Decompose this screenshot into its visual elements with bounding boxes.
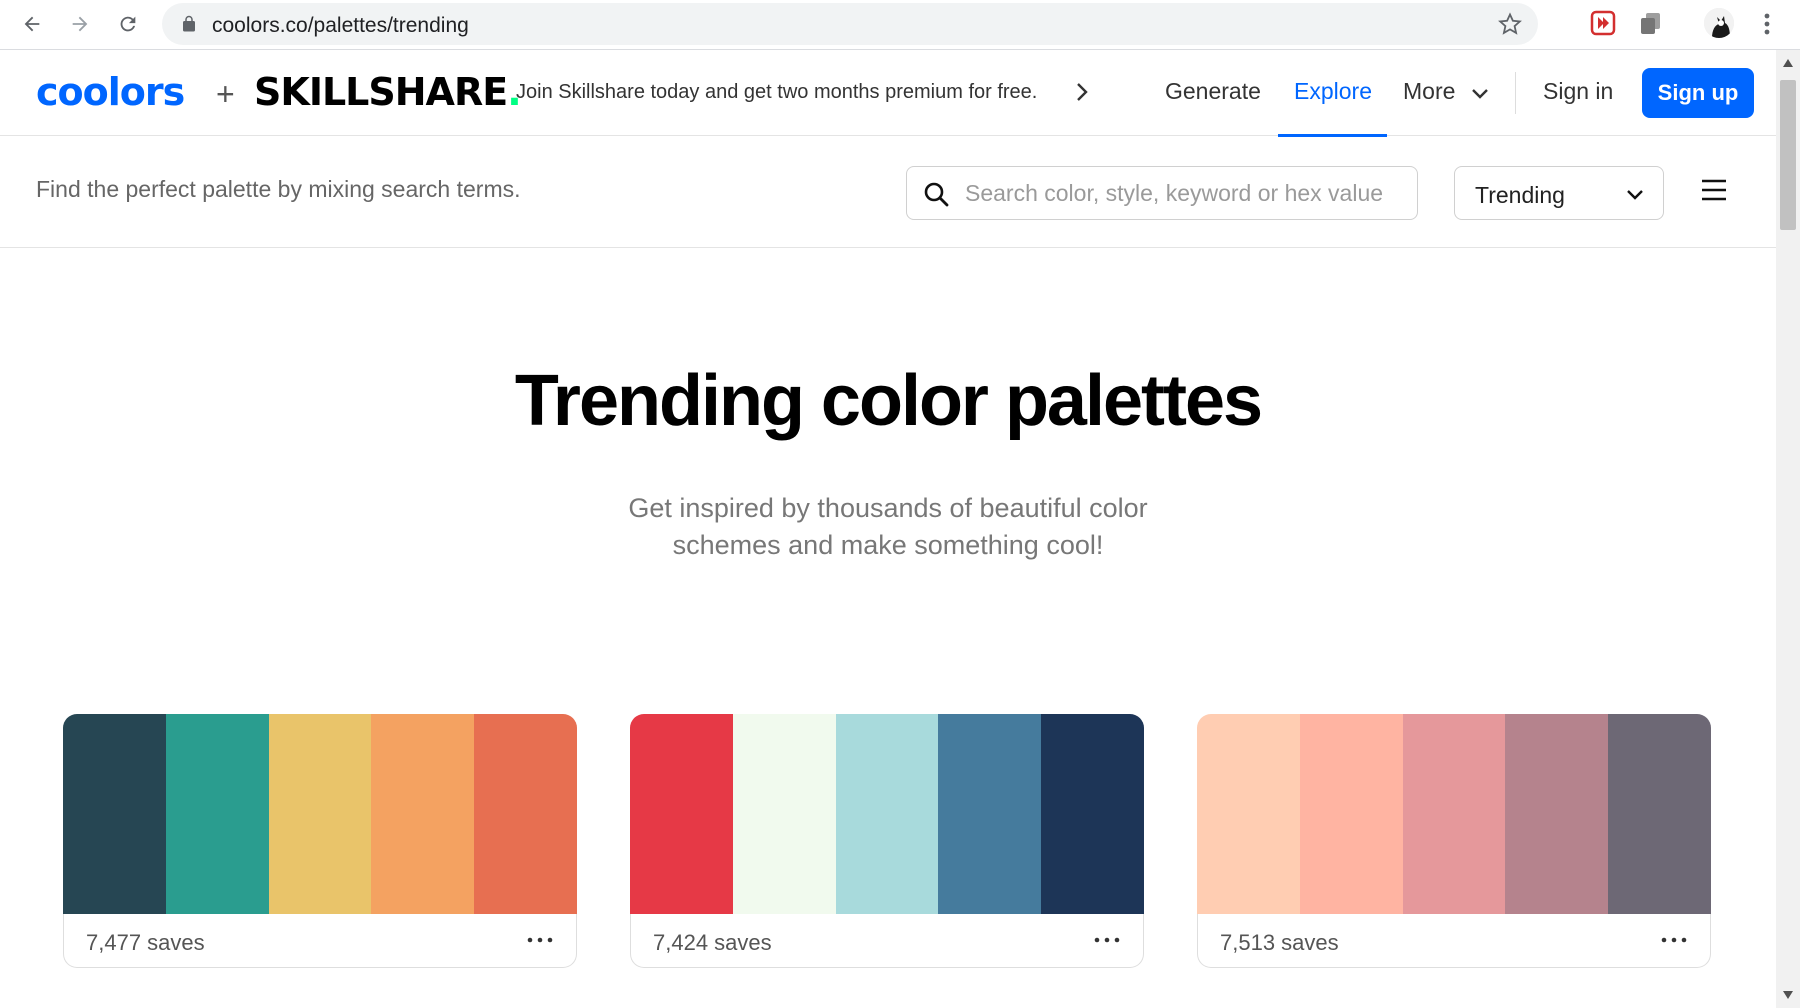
forward-icon bbox=[72, 16, 88, 32]
color-swatch[interactable] bbox=[268, 714, 372, 914]
save-count: 7,424 saves bbox=[653, 930, 772, 955]
back-icon bbox=[24, 16, 40, 32]
extension-gray-icon[interactable] bbox=[1638, 10, 1664, 36]
chevron-down-icon[interactable] bbox=[1470, 84, 1490, 104]
color-swatch[interactable] bbox=[1608, 714, 1711, 914]
palette-card-footer: 7,424 saves bbox=[630, 914, 1144, 968]
palette-card[interactable]: 7,424 saves bbox=[630, 714, 1144, 968]
color-swatch[interactable] bbox=[835, 714, 939, 914]
color-swatch[interactable] bbox=[938, 714, 1042, 914]
palette-card-footer: 7,513 saves bbox=[1197, 914, 1711, 968]
more-options-icon[interactable] bbox=[526, 932, 554, 948]
url-text: coolors.co/palettes/trending bbox=[212, 14, 469, 37]
sort-selected-value: Trending bbox=[1475, 182, 1565, 208]
profile-avatar[interactable] bbox=[1704, 8, 1734, 38]
sign-in-link[interactable]: Sign in bbox=[1543, 78, 1613, 105]
coolors-logo[interactable]: coolors bbox=[36, 70, 185, 114]
nav-divider bbox=[1515, 72, 1516, 114]
color-swatch[interactable] bbox=[1299, 714, 1403, 914]
page-subtitle: Get inspired by thousands of beautiful c… bbox=[628, 493, 1148, 560]
palette-card-footer: 7,477 saves bbox=[63, 914, 577, 968]
page-scrollbar[interactable] bbox=[1776, 50, 1800, 1008]
menu-kebab-icon[interactable] bbox=[1757, 10, 1777, 38]
palette-swatches bbox=[1197, 714, 1711, 914]
forward-button[interactable] bbox=[62, 6, 98, 42]
hamburger-menu-icon[interactable] bbox=[1700, 178, 1728, 202]
sign-up-button[interactable]: Sign up bbox=[1642, 68, 1754, 118]
search-box[interactable] bbox=[906, 166, 1418, 220]
color-swatch[interactable] bbox=[1402, 714, 1506, 914]
lock-icon bbox=[183, 15, 195, 32]
reload-button[interactable] bbox=[110, 6, 146, 42]
logo-plus-sign: + bbox=[216, 76, 235, 112]
extension-red-icon[interactable] bbox=[1590, 10, 1616, 36]
palette-card[interactable]: 7,513 saves bbox=[1197, 714, 1711, 968]
color-swatch[interactable] bbox=[1505, 714, 1609, 914]
color-swatch[interactable] bbox=[474, 714, 577, 914]
palette-card[interactable]: 7,477 saves bbox=[63, 714, 577, 968]
more-options-icon[interactable] bbox=[1093, 932, 1121, 948]
color-swatch[interactable] bbox=[630, 714, 733, 914]
cat-avatar-icon bbox=[1704, 8, 1734, 38]
color-swatch[interactable] bbox=[165, 714, 269, 914]
color-swatch[interactable] bbox=[1041, 714, 1144, 914]
search-toolbar: Find the perfect palette by mixing searc… bbox=[0, 136, 1776, 248]
nav-more[interactable]: More bbox=[1403, 78, 1455, 105]
bookmark-star-icon[interactable] bbox=[1498, 12, 1522, 36]
palette-swatches bbox=[630, 714, 1144, 914]
nav-generate[interactable]: Generate bbox=[1165, 78, 1261, 105]
color-swatch[interactable] bbox=[732, 714, 836, 914]
address-bar[interactable]: coolors.co/palettes/trending bbox=[162, 3, 1538, 45]
chevron-down-icon bbox=[1627, 190, 1643, 200]
search-hint-text: Find the perfect palette by mixing searc… bbox=[36, 176, 521, 202]
more-options-icon[interactable] bbox=[1660, 932, 1688, 948]
search-icon bbox=[924, 182, 949, 207]
reload-icon bbox=[120, 16, 136, 32]
palette-swatches bbox=[63, 714, 577, 914]
save-count: 7,477 saves bbox=[86, 930, 205, 955]
promo-banner-text[interactable]: Join Skillshare today and get two months… bbox=[516, 81, 1037, 104]
back-button[interactable] bbox=[14, 6, 50, 42]
scroll-down-arrow-icon[interactable] bbox=[1782, 990, 1794, 1000]
site-header: coolors + SKILLSHARE. Join Skillshare to… bbox=[0, 50, 1776, 137]
page-title: Trending color palettes bbox=[514, 361, 1263, 441]
nav-explore[interactable]: Explore bbox=[1294, 78, 1372, 105]
browser-toolbar: coolors.co/palettes/trending bbox=[0, 0, 1800, 50]
scroll-up-arrow-icon[interactable] bbox=[1782, 58, 1794, 68]
color-swatch[interactable] bbox=[371, 714, 475, 914]
skillshare-logo-text: SKILLSHARE bbox=[254, 70, 508, 114]
color-swatch[interactable] bbox=[63, 714, 166, 914]
color-swatch[interactable] bbox=[1197, 714, 1300, 914]
save-count: 7,513 saves bbox=[1220, 930, 1339, 955]
search-input[interactable] bbox=[965, 177, 1405, 209]
chevron-right-icon[interactable] bbox=[1072, 80, 1092, 104]
scrollbar-thumb[interactable] bbox=[1780, 80, 1796, 230]
skillshare-logo[interactable]: SKILLSHARE. bbox=[254, 70, 522, 114]
sort-dropdown[interactable]: Trending bbox=[1454, 166, 1664, 220]
